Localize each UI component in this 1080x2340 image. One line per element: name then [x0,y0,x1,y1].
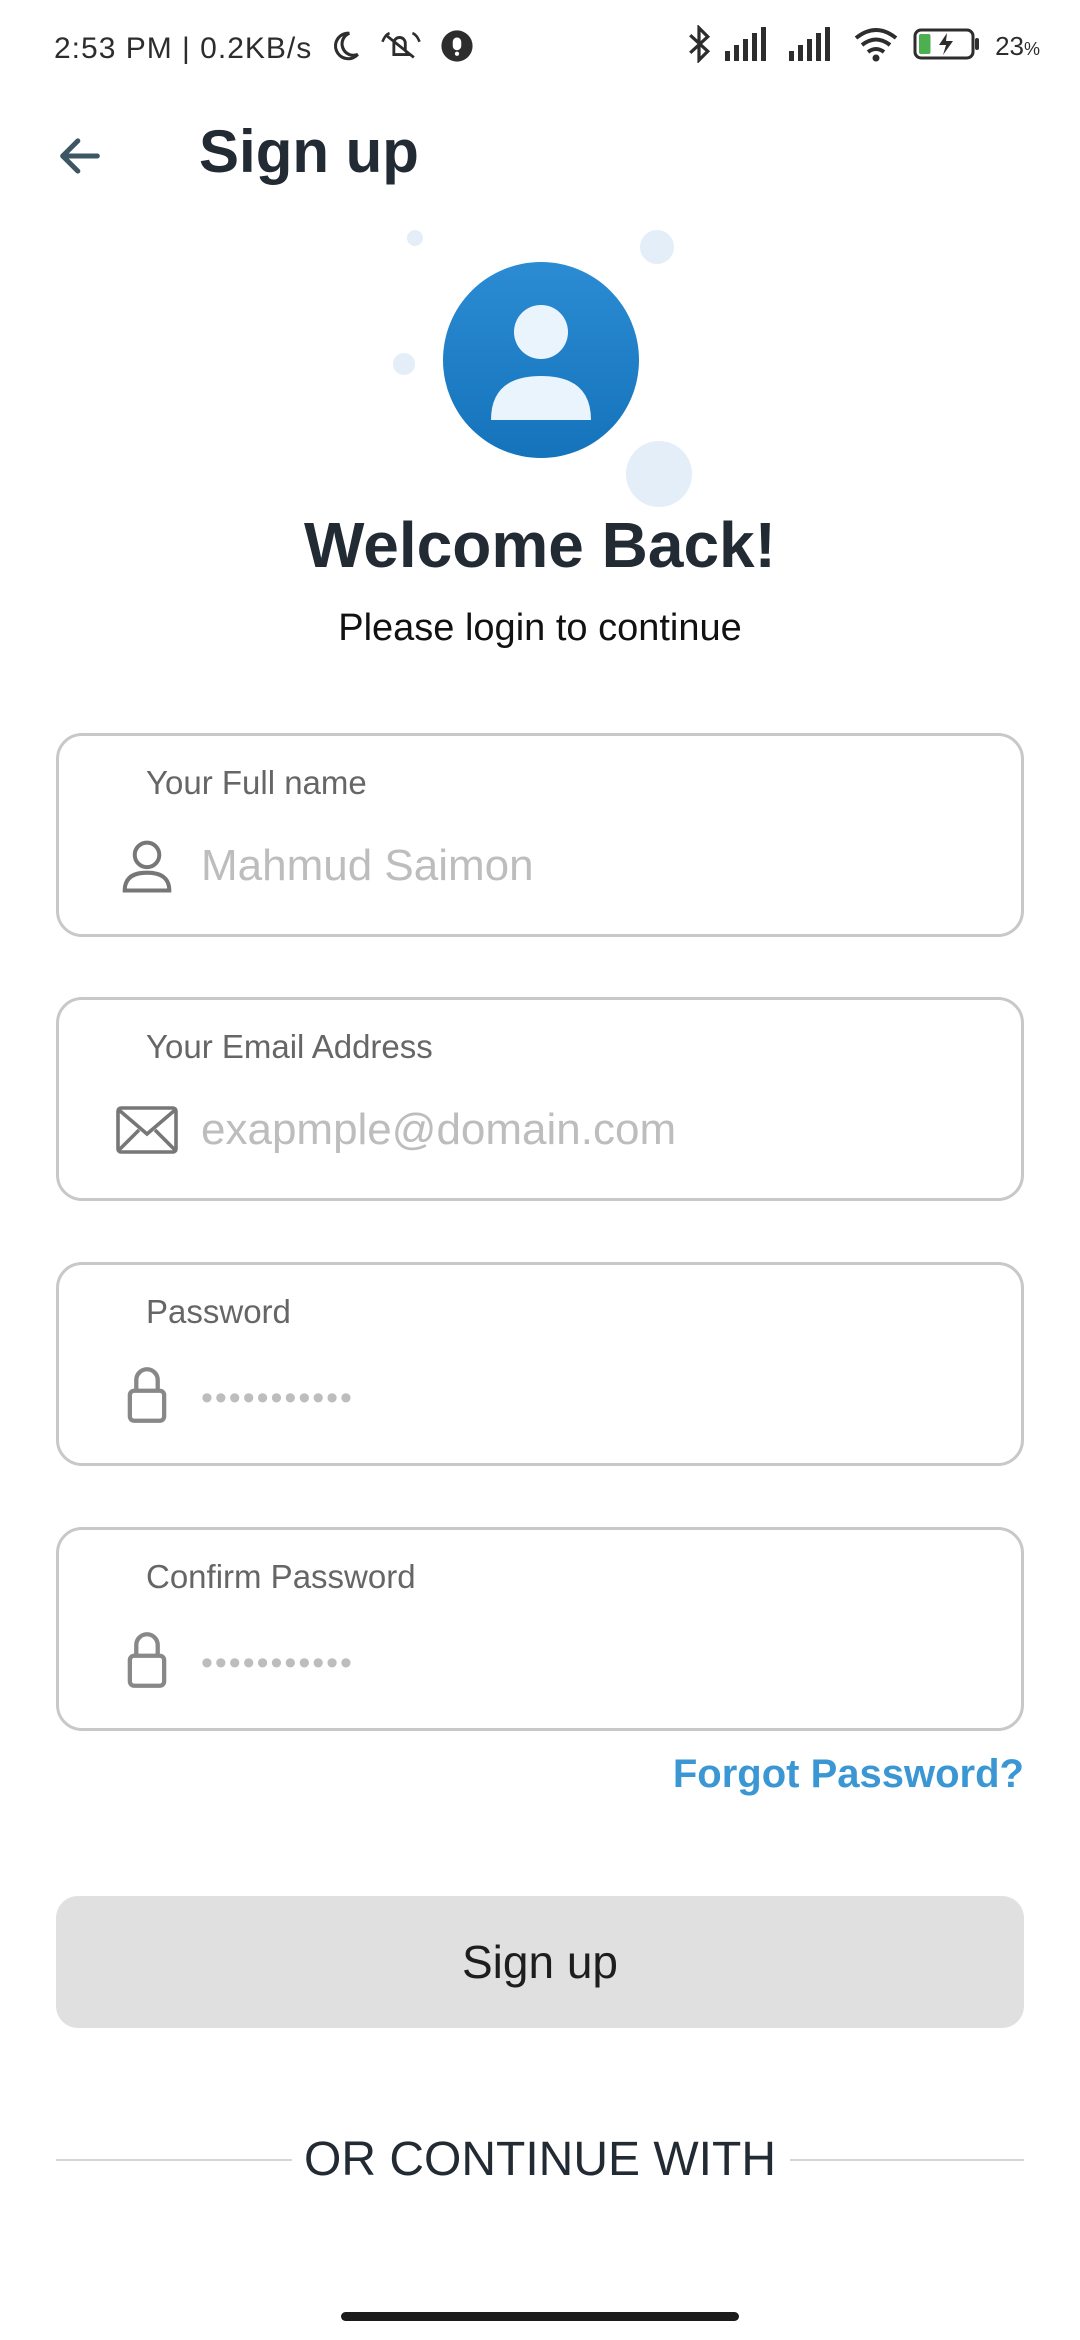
confirm-password-input[interactable] [201,1622,981,1698]
user-avatar-icon [443,262,639,458]
confirm-password-field[interactable]: Confirm Password [56,1527,1024,1731]
password-input[interactable] [201,1357,981,1433]
battery-charging-icon [913,27,981,66]
notifications-off-icon [381,28,421,72]
full-name-label: Your Full name [146,764,367,801]
moon-icon [328,29,362,71]
wifi-icon [853,26,899,67]
decor-bubble [407,230,423,246]
bluetooth-icon [687,23,711,68]
signal-icon [789,26,839,66]
sign-up-button[interactable]: Sign up [56,1896,1024,2028]
mail-icon [115,1098,179,1162]
welcome-subtitle: Please login to continue [338,607,742,649]
person-icon [115,834,179,898]
confirm-password-label: Confirm Password [146,1558,416,1595]
lock-icon [115,1628,179,1692]
password-field[interactable]: Password [56,1262,1024,1466]
page-title: Sign up [199,118,419,185]
full-name-input[interactable] [201,828,981,904]
status-time-speed: 2:53 PM | 0.2KB/s [54,28,474,72]
decor-bubble [640,230,674,264]
signal-icon [725,26,775,66]
battery-percent: 23% [995,30,1040,61]
back-button[interactable] [40,118,120,198]
arrow-left-icon [54,130,106,187]
email-input[interactable] [201,1092,981,1168]
email-field[interactable]: Your Email Address [56,997,1024,1201]
forgot-password-link[interactable]: Forgot Password? [673,1752,1024,1797]
divider-line-right [790,2159,1024,2161]
status-bar: 2:53 PM | 0.2KB/s 23% [0,0,1080,96]
password-label: Password [146,1293,291,1330]
app-badge-icon [440,29,474,71]
status-time: 2:53 PM | 0.2KB/s [54,31,313,65]
decor-bubble [626,441,692,507]
email-label: Your Email Address [146,1028,433,1065]
decor-bubble [393,353,415,375]
lock-icon [115,1363,179,1427]
home-indicator[interactable] [341,2312,739,2321]
welcome-heading: Welcome Back! [304,509,776,581]
status-icons: 23% [687,23,1040,68]
full-name-field[interactable]: Your Full name [56,733,1024,937]
